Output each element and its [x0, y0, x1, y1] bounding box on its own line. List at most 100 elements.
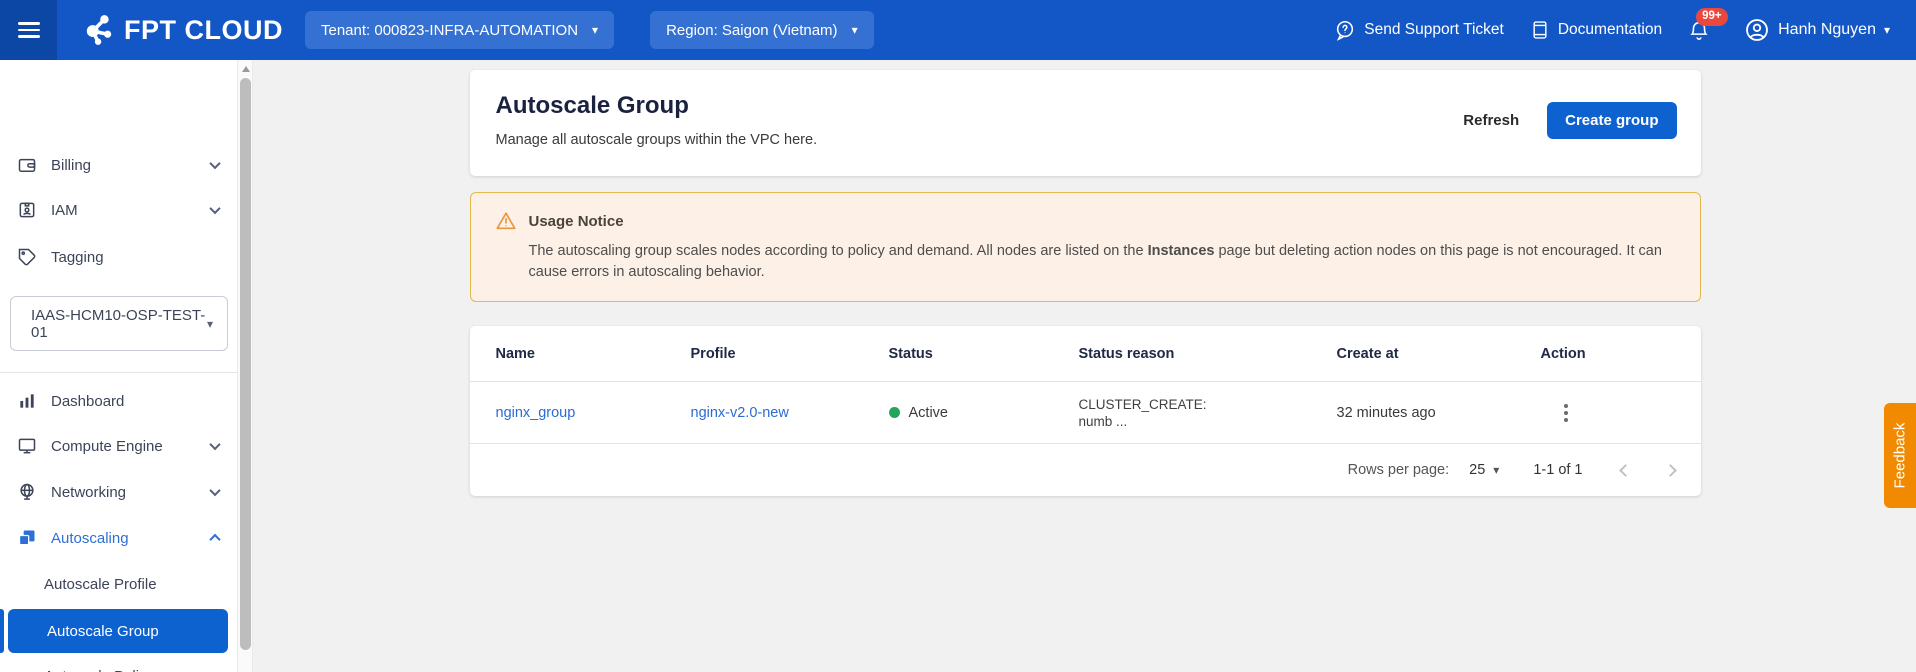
sidebar-item-label: Compute Engine [51, 437, 163, 455]
vpc-selector-dropdown[interactable]: IAAS-HCM10-OSP-TEST-01 ▾ [10, 296, 228, 351]
feedback-label: Feedback [1891, 422, 1909, 489]
user-menu[interactable]: Hanh Nguyen ▾ [1744, 17, 1890, 43]
status-reason-line1: CLUSTER_CREATE: [1078, 396, 1207, 412]
rows-per-page-select[interactable]: 25 ▾ [1469, 462, 1499, 478]
bar-chart-icon [16, 390, 38, 412]
documentation-link[interactable]: Documentation [1530, 19, 1662, 41]
chevron-down-icon [209, 202, 221, 215]
tenant-dropdown[interactable]: Tenant: 000823-INFRA-AUTOMATION ▾ [305, 11, 615, 49]
top-navbar: FPT CLOUD Tenant: 000823-INFRA-AUTOMATIO… [0, 0, 1916, 60]
notice-body: The autoscaling group scales nodes accor… [529, 241, 1676, 283]
chevron-down-icon [209, 484, 221, 497]
feedback-tab-button[interactable]: Feedback [1884, 403, 1916, 508]
tag-icon [16, 246, 38, 268]
notice-title: Usage Notice [528, 212, 624, 230]
scrollbar-up-arrow[interactable] [242, 66, 250, 72]
sidebar-item-dashboard[interactable]: Dashboard [0, 380, 237, 422]
create-group-button[interactable]: Create group [1547, 102, 1677, 139]
caret-down-icon: ▾ [851, 23, 858, 37]
send-support-ticket-label: Send Support Ticket [1364, 21, 1504, 38]
tenant-dropdown-label: Tenant: 000823-INFRA-AUTOMATION [321, 21, 579, 39]
create-at-cell: 32 minutes ago [1336, 404, 1436, 421]
brand-name: FPT CLOUD [124, 14, 283, 45]
fpt-cloud-molecule-icon [86, 15, 112, 45]
documentation-label: Documentation [1557, 21, 1663, 38]
next-page-button[interactable] [1663, 463, 1677, 477]
pagination-range: 1-1 of 1 [1533, 462, 1583, 478]
region-dropdown-label: Region: Saigon (Vietnam) [666, 21, 838, 39]
previous-page-button[interactable] [1618, 463, 1632, 477]
hamburger-menu-button[interactable] [0, 0, 57, 60]
profile-link[interactable]: nginx-v2.0-new [691, 405, 889, 421]
page-header-card: Autoscale Group Manage all autoscale gro… [469, 70, 1701, 176]
hamburger-icon [17, 18, 40, 42]
column-header-status: Status [888, 345, 933, 362]
vpc-selector-value: IAAS-HCM10-OSP-TEST-01 [31, 306, 206, 341]
rows-per-page-value: 25 [1469, 462, 1486, 478]
sidebar: Billing IAM Tagging IAAS-HCM10-OSP-TEST-… [0, 60, 237, 672]
sidebar-item-label: Autoscale Profile [44, 575, 157, 593]
app-window: FPT CLOUD Tenant: 000823-INFRA-AUTOMATIO… [0, 0, 1916, 672]
sidebar-item-label: Autoscale Policy [44, 668, 154, 672]
column-header-create-at: Create at [1336, 345, 1399, 362]
caret-down-icon: ▾ [592, 23, 599, 37]
scrollbar-thumb[interactable] [240, 78, 251, 650]
table-row: nginx_group nginx-v2.0-new Active CLUSTE… [469, 382, 1701, 444]
selected-item-indicator [0, 609, 4, 653]
sidebar-item-label: Autoscale Group [47, 622, 159, 640]
chevron-down-icon [209, 157, 221, 170]
caret-down-icon: ▾ [1883, 23, 1890, 37]
sidebar-item-autoscale-group-selected[interactable]: Autoscale Group [8, 609, 228, 653]
sidebar-item-autoscale-profile[interactable]: Autoscale Profile [0, 563, 237, 605]
sidebar-item-label: Networking [51, 483, 127, 501]
notice-body-text: The autoscaling group scales nodes accor… [528, 243, 1148, 259]
caret-down-icon: ▾ [206, 316, 213, 331]
sidebar-item-label: Autoscaling [51, 529, 129, 547]
table-header-row: Name Profile Status Status reason Create… [469, 326, 1701, 382]
status-reason-cell: CLUSTER_CREATE: numb ... [1079, 396, 1337, 430]
sidebar-item-billing[interactable]: Billing [0, 144, 237, 186]
column-header-status-reason: Status reason [1078, 345, 1175, 362]
id-badge-icon [16, 199, 38, 221]
header-actions: Refresh Create group [1453, 102, 1677, 139]
notice-body-bold: Instances [1147, 243, 1215, 259]
column-header-name: Name [495, 345, 536, 362]
region-dropdown[interactable]: Region: Saigon (Vietnam) ▾ [650, 11, 874, 49]
rows-per-page-label: Rows per page: [1347, 462, 1450, 478]
send-support-ticket-link[interactable]: Send Support Ticket [1334, 19, 1504, 41]
table-pagination: Rows per page: 25 ▾ 1-1 of 1 [470, 444, 1701, 496]
sidebar-scrollbar[interactable] [237, 60, 253, 672]
status-label: Active [908, 404, 949, 421]
user-avatar-icon [1746, 19, 1769, 41]
status-reason-line2: numb ... [1078, 413, 1128, 429]
sidebar-item-label: Billing [51, 156, 92, 174]
caret-down-icon: ▾ [1493, 463, 1500, 477]
sidebar-item-iam[interactable]: IAM [0, 189, 237, 231]
refresh-button[interactable]: Refresh [1453, 104, 1529, 137]
documentation-book-icon [1533, 21, 1547, 39]
brand-logo[interactable]: FPT CLOUD [79, 13, 283, 47]
sidebar-item-label: Dashboard [51, 392, 125, 410]
autoscale-group-table-card: Name Profile Status Status reason Create… [469, 326, 1701, 496]
sidebar-item-networking[interactable]: Networking [0, 471, 237, 513]
row-action-kebab-button[interactable] [1553, 398, 1579, 428]
status-active-dot [888, 407, 900, 418]
warning-triangle-icon [495, 212, 516, 230]
autoscaling-layers-icon [16, 527, 38, 549]
sidebar-item-label: IAM [51, 201, 78, 219]
sidebar-item-autoscaling[interactable]: Autoscaling [0, 517, 237, 559]
sidebar-item-autoscale-policy[interactable]: Autoscale Policy [0, 655, 237, 672]
support-chat-icon [1337, 20, 1354, 41]
sidebar-item-compute-engine[interactable]: Compute Engine [0, 425, 237, 467]
navbar-right-group: Send Support Ticket Documentation 99+ Ha… [1334, 8, 1916, 43]
notification-count-badge: 99+ [1696, 8, 1728, 26]
pagination-nav [1618, 463, 1677, 477]
main-content: Autoscale Group Manage all autoscale gro… [254, 60, 1916, 672]
monitor-icon [16, 435, 38, 457]
notifications-button[interactable]: 99+ [1688, 8, 1728, 42]
chevron-up-icon [209, 533, 221, 546]
group-name-link[interactable]: nginx_group [496, 405, 691, 421]
sidebar-item-tagging[interactable]: Tagging [0, 236, 237, 278]
column-header-profile: Profile [690, 345, 736, 362]
column-header-action: Action [1540, 345, 1586, 362]
